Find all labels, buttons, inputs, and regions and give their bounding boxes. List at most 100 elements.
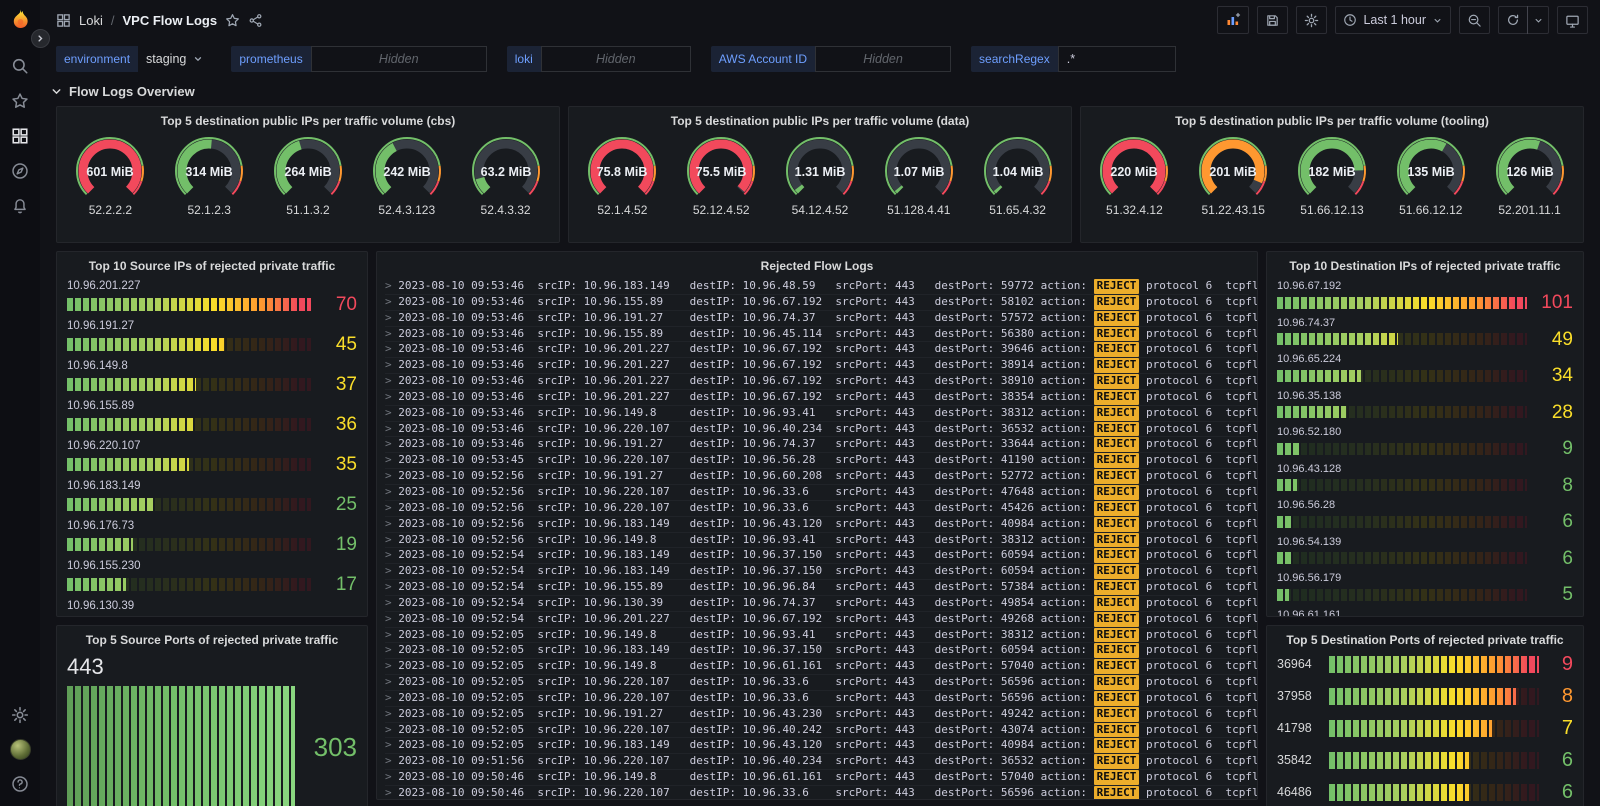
explore-compass-icon[interactable] xyxy=(11,162,29,180)
log-row[interactable]: > 2023-08-10 09:52:56 srcIP: 10.96.220.1… xyxy=(385,485,1249,501)
variable-value-input[interactable]: Hidden xyxy=(541,46,691,72)
log-row[interactable]: > 2023-08-10 09:52:05 srcIP: 10.96.191.2… xyxy=(385,707,1249,723)
bar-gauge xyxy=(1277,589,1527,601)
log-row[interactable]: > 2023-08-10 09:52:56 srcIP: 10.96.191.2… xyxy=(385,469,1249,485)
zoom-out-button[interactable] xyxy=(1459,6,1490,34)
bar-value: 5 xyxy=(1535,585,1573,604)
variable-value-select[interactable]: staging xyxy=(138,46,211,72)
reject-action-chip: REJECT xyxy=(1094,723,1140,738)
log-row[interactable]: > 2023-08-10 09:52:05 srcIP: 10.96.220.1… xyxy=(385,675,1249,691)
log-row[interactable]: > 2023-08-10 09:52:56 srcIP: 10.96.149.8… xyxy=(385,533,1249,549)
dashboard-settings-button[interactable] xyxy=(1296,6,1327,34)
variable-value-input[interactable]: .* xyxy=(1058,46,1176,72)
search-icon[interactable] xyxy=(11,57,29,75)
log-row[interactable]: > 2023-08-10 09:52:05 srcIP: 10.96.149.8… xyxy=(385,659,1249,675)
log-row[interactable]: > 2023-08-10 09:53:46 srcIP: 10.96.201.2… xyxy=(385,358,1249,374)
panel-title[interactable]: Top 10 Destination IPs of rejected priva… xyxy=(1267,252,1583,276)
breadcrumb-app[interactable]: Loki xyxy=(79,13,103,28)
log-row[interactable]: > 2023-08-10 09:52:56 srcIP: 10.96.220.1… xyxy=(385,501,1249,517)
panel-title[interactable]: Top 5 destination public IPs per traffic… xyxy=(57,107,559,131)
reject-action-chip: REJECT xyxy=(1094,342,1140,357)
bar-label: 10.96.56.179 xyxy=(1277,572,1573,584)
dashboard-grid-icon[interactable] xyxy=(56,13,71,28)
log-row[interactable]: > 2023-08-10 09:52:05 srcIP: 10.96.220.1… xyxy=(385,691,1249,707)
panel-title[interactable]: Top 10 Source IPs of rejected private tr… xyxy=(57,252,367,276)
gear-icon[interactable] xyxy=(11,706,29,724)
log-row[interactable]: > 2023-08-10 09:51:56 srcIP: 10.96.220.1… xyxy=(385,754,1249,770)
log-row[interactable]: > 2023-08-10 09:52:54 srcIP: 10.96.155.8… xyxy=(385,580,1249,596)
breadcrumb-page[interactable]: VPC Flow Logs xyxy=(122,13,217,28)
log-row[interactable]: > 2023-08-10 09:53:46 srcIP: 10.96.201.2… xyxy=(385,374,1249,390)
row-flow-logs-overview[interactable]: Flow Logs Overview xyxy=(50,78,1584,104)
reject-action-chip: REJECT xyxy=(1094,533,1140,548)
topbar: Loki / VPC Flow Logs Last 1 hour xyxy=(40,0,1600,40)
log-row[interactable]: > 2023-08-10 09:52:54 srcIP: 10.96.201.2… xyxy=(385,612,1249,628)
log-row[interactable]: > 2023-08-10 09:52:56 srcIP: 10.96.183.1… xyxy=(385,517,1249,533)
reject-action-chip: REJECT xyxy=(1094,295,1140,310)
reject-action-chip: REJECT xyxy=(1094,374,1140,389)
bar-value: 36 xyxy=(319,415,357,434)
log-row[interactable]: > 2023-08-10 09:53:46 srcIP: 10.96.183.1… xyxy=(385,279,1249,295)
log-row[interactable]: > 2023-08-10 09:52:54 srcIP: 10.96.130.3… xyxy=(385,596,1249,612)
log-row[interactable]: > 2023-08-10 09:52:54 srcIP: 10.96.183.1… xyxy=(385,564,1249,580)
log-row[interactable]: > 2023-08-10 09:50:46 srcIP: 10.96.220.1… xyxy=(385,786,1249,800)
add-panel-button[interactable] xyxy=(1217,6,1249,34)
kiosk-mode-button[interactable] xyxy=(1557,6,1588,34)
bar-gauge xyxy=(67,686,295,806)
share-icon[interactable] xyxy=(248,13,263,28)
gauge: 242 MiB52.4.3.123 xyxy=(358,133,456,217)
refresh-interval-caret[interactable] xyxy=(1527,6,1549,34)
star-icon[interactable] xyxy=(225,13,240,28)
log-row[interactable]: > 2023-08-10 09:52:54 srcIP: 10.96.183.1… xyxy=(385,548,1249,564)
log-row[interactable]: > 2023-08-10 09:53:46 srcIP: 10.96.201.2… xyxy=(385,390,1249,406)
breadcrumb: Loki / VPC Flow Logs xyxy=(56,13,263,28)
log-row[interactable]: > 2023-08-10 09:52:05 srcIP: 10.96.183.1… xyxy=(385,738,1249,754)
panel-title[interactable]: Top 5 Source Ports of rejected private t… xyxy=(57,626,367,650)
alerting-bell-icon[interactable] xyxy=(11,197,29,215)
gauge-label: 52.2.2.2 xyxy=(89,203,132,217)
bar-gauge-list: 369649379588417987358426464866 xyxy=(1267,650,1583,802)
starred-dashboards-icon[interactable] xyxy=(11,92,29,110)
panel-title[interactable]: Top 5 destination public IPs per traffic… xyxy=(1081,107,1583,131)
log-row[interactable]: > 2023-08-10 09:53:46 srcIP: 10.96.191.2… xyxy=(385,311,1249,327)
gauge-value: 201 MiB xyxy=(1210,165,1257,179)
log-row[interactable]: > 2023-08-10 09:50:46 srcIP: 10.96.149.8… xyxy=(385,770,1249,786)
log-row[interactable]: > 2023-08-10 09:53:46 srcIP: 10.96.155.8… xyxy=(385,295,1249,311)
gauge-arc: 1.07 MiB xyxy=(871,133,967,205)
sidebar xyxy=(0,0,40,806)
bar-row: 10.96.52.1809 xyxy=(1277,426,1573,458)
help-icon[interactable] xyxy=(11,775,29,793)
log-row[interactable]: > 2023-08-10 09:52:05 srcIP: 10.96.220.1… xyxy=(385,723,1249,739)
panel-title[interactable]: Top 5 Destination Ports of rejected priv… xyxy=(1267,626,1583,650)
bar-label: 10.96.56.28 xyxy=(1277,499,1573,511)
log-row[interactable]: > 2023-08-10 09:53:46 srcIP: 10.96.191.2… xyxy=(385,437,1249,453)
reject-action-chip: REJECT xyxy=(1094,738,1140,753)
bar-row: 10.96.220.10735 xyxy=(67,440,357,474)
variable-value-input[interactable]: Hidden xyxy=(815,46,951,72)
log-row[interactable]: > 2023-08-10 09:52:05 srcIP: 10.96.149.8… xyxy=(385,628,1249,644)
dashboards-icon[interactable] xyxy=(11,127,29,145)
log-row[interactable]: > 2023-08-10 09:53:45 srcIP: 10.96.220.1… xyxy=(385,453,1249,469)
bar-value: 9 xyxy=(1535,439,1573,458)
panel-title[interactable]: Top 5 destination public IPs per traffic… xyxy=(569,107,1071,131)
main-grid: Top 10 Source IPs of rejected private tr… xyxy=(56,251,1584,806)
gauge-arc: 601 MiB xyxy=(62,133,158,205)
panel-title[interactable]: Rejected Flow Logs xyxy=(377,252,1257,276)
log-row[interactable]: > 2023-08-10 09:53:46 srcIP: 10.96.201.2… xyxy=(385,342,1249,358)
time-range-picker[interactable]: Last 1 hour xyxy=(1335,6,1451,34)
user-avatar[interactable] xyxy=(10,739,31,760)
reject-action-chip: REJECT xyxy=(1094,659,1140,674)
log-row[interactable]: > 2023-08-10 09:53:46 srcIP: 10.96.220.1… xyxy=(385,422,1249,438)
variable-value-input[interactable]: Hidden xyxy=(311,46,487,72)
log-row[interactable]: > 2023-08-10 09:52:05 srcIP: 10.96.183.1… xyxy=(385,643,1249,659)
bar-row: 10.96.149.837 xyxy=(67,360,357,394)
bar-row: 10.96.155.23017 xyxy=(67,560,357,594)
variable-value-text: Hidden xyxy=(379,52,419,66)
gauge-arc: 201 MiB xyxy=(1185,133,1281,205)
log-row[interactable]: > 2023-08-10 09:53:46 srcIP: 10.96.149.8… xyxy=(385,406,1249,422)
sidebar-expand-toggle[interactable] xyxy=(31,29,50,48)
log-expand-caret: > xyxy=(385,596,398,609)
log-row[interactable]: > 2023-08-10 09:53:46 srcIP: 10.96.155.8… xyxy=(385,327,1249,343)
save-dashboard-button[interactable] xyxy=(1257,6,1288,34)
refresh-button[interactable] xyxy=(1498,6,1528,34)
